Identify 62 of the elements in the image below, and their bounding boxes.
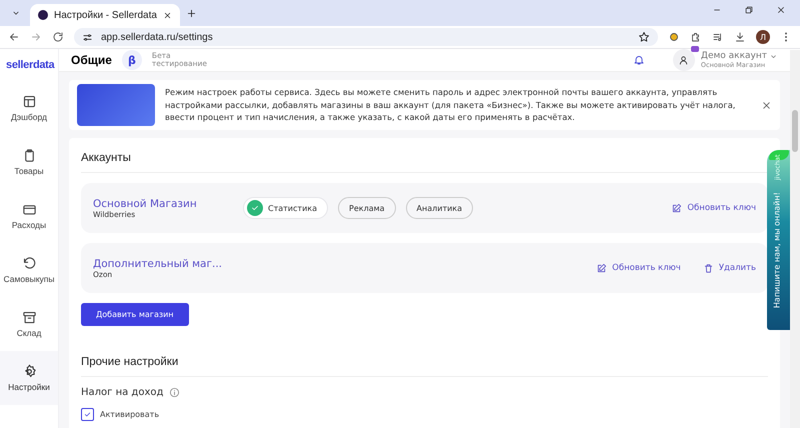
section-title: Аккаунты (81, 152, 768, 173)
close-button[interactable] (761, 100, 772, 110)
sidebar-item[interactable]: Дэшборд (0, 81, 58, 135)
bell-icon (632, 54, 645, 66)
new-tab-button[interactable] (186, 8, 197, 18)
address-bar[interactable]: app.sellerdata.ru/settings (74, 28, 658, 46)
extension-icon (668, 31, 680, 43)
sidebar-item[interactable]: Настройки (0, 351, 58, 405)
shop-name[interactable]: Основной Магазин (93, 198, 233, 210)
checkbox[interactable] (81, 408, 94, 421)
credit-card-icon (22, 202, 36, 217)
user-icon (678, 54, 690, 66)
profile-avatar[interactable]: Л (756, 30, 770, 44)
checkbox-label: Активировать (100, 410, 160, 419)
tick-icon (83, 410, 92, 419)
update-key-link[interactable]: Обновить ключ (671, 202, 756, 214)
tick-icon (250, 203, 260, 213)
api-tag[interactable]: Аналитика (406, 197, 474, 219)
close-icon (761, 100, 772, 110)
trash-icon (702, 262, 714, 274)
site-icon (38, 10, 48, 20)
video-thumbnail-placeholder[interactable] (77, 84, 155, 126)
back-arrow-icon (8, 31, 20, 43)
chat-prompt: Напишите нам, мы онлайн! (772, 192, 782, 308)
update-key-link[interactable]: Обновить ключ (596, 262, 681, 274)
close-icon (163, 10, 172, 20)
tax-label: Налог на доход (81, 387, 164, 398)
notification-button[interactable] (632, 54, 645, 66)
api-tag[interactable]: Статистика (243, 197, 328, 219)
sidebar-item[interactable]: Расходы (0, 189, 58, 243)
info-icon (169, 387, 180, 398)
shop-name[interactable]: Дополнительный маг... (93, 258, 233, 270)
banner-text: Режим настроек работы сервиса. Здесь вы можете сменить пароль и адрес электронной почты вашего аккаунта, управлять настройками рассылки, добавлять магазины в ваш аккаунт (для пакета «Бизнес»). Также вы можете активировать учёт налога, ввести процент и тип начисления, а также указать, с какой даты его применять в расчётах. (165, 86, 736, 124)
restore-icon (744, 5, 754, 15)
section-title: Прочие настройки (81, 336, 768, 377)
sidebar-item[interactable]: Склад (0, 297, 58, 351)
rotate-icon (22, 256, 36, 271)
close-icon (776, 5, 786, 15)
site-settings-icon (82, 32, 93, 42)
media-queue-icon (712, 31, 724, 43)
plus-icon (186, 8, 197, 18)
edit-icon (671, 202, 682, 214)
archive-box-icon (22, 310, 36, 325)
browser-tab[interactable]: Настройки - Sellerdata (30, 4, 180, 26)
logo[interactable]: sellerdata (0, 49, 58, 81)
delete-link[interactable]: Удалить (702, 262, 756, 274)
forward-arrow-icon (30, 31, 42, 43)
badge-icon (690, 46, 699, 52)
download-icon (734, 31, 746, 43)
tab-title: Настройки - Sellerdata (54, 10, 157, 20)
edit-icon (596, 262, 608, 274)
star-icon (638, 31, 650, 43)
add-shop-button[interactable]: Добавить магазин (81, 303, 189, 326)
page-title: Общие (71, 53, 112, 67)
puzzle-icon (690, 31, 702, 43)
api-tag[interactable]: Реклама (338, 197, 396, 219)
sidebar-item[interactable]: Товары (0, 135, 58, 189)
beta-badge: β (122, 50, 142, 70)
account-name[interactable]: Демо аккаунт (700, 51, 767, 61)
reload-icon (52, 31, 64, 43)
layout-icon (22, 94, 36, 109)
sidebar-item[interactable]: Самовыкупы (0, 243, 58, 297)
